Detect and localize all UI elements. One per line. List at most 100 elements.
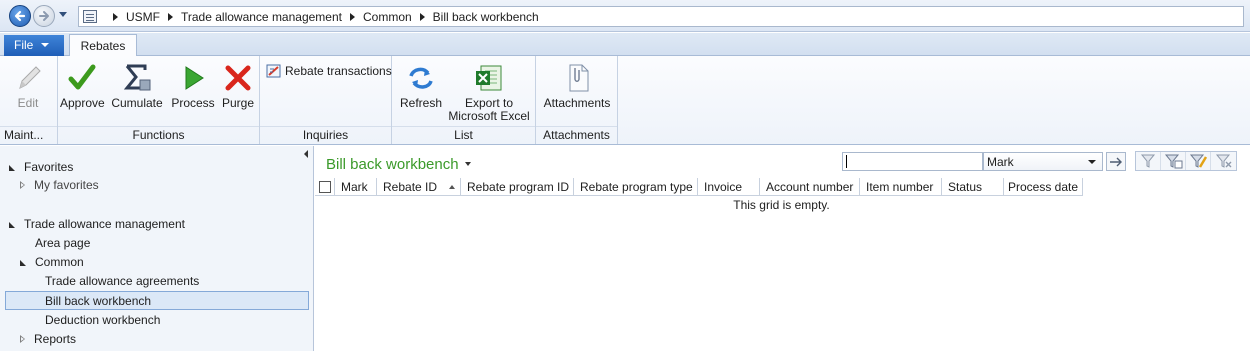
ribbon-group-maintain: Edit Maint... bbox=[0, 56, 58, 144]
navigation-pane: Favorites My favorites Trade allowance m… bbox=[0, 146, 314, 351]
column-invoice[interactable]: Invoice bbox=[698, 178, 760, 196]
chevron-down-icon bbox=[464, 162, 471, 166]
filter-input[interactable] bbox=[842, 152, 983, 171]
nav-common-label: Common bbox=[35, 255, 84, 269]
page-list-icon[interactable] bbox=[83, 10, 97, 23]
column-mark[interactable]: Mark bbox=[335, 178, 377, 196]
funnel-edit-icon bbox=[1189, 154, 1208, 168]
refresh-button[interactable]: Refresh bbox=[398, 62, 444, 110]
filter-field-select[interactable]: Mark bbox=[983, 152, 1103, 171]
refresh-label: Refresh bbox=[399, 96, 443, 110]
forward-button[interactable] bbox=[33, 5, 55, 27]
approve-label: Approve bbox=[60, 96, 105, 110]
file-tab-label: File bbox=[14, 38, 34, 52]
chevron-down-icon bbox=[41, 43, 50, 47]
advanced-filter-button[interactable] bbox=[1161, 152, 1186, 170]
pencil-icon bbox=[12, 62, 44, 94]
expanded-icon[interactable] bbox=[20, 260, 26, 266]
address-box[interactable]: USMF Trade allowance management Common B… bbox=[78, 6, 1244, 27]
chevron-down-icon bbox=[1088, 160, 1096, 164]
refresh-icon bbox=[405, 62, 437, 94]
breadcrumb-module[interactable]: Trade allowance management bbox=[181, 10, 342, 24]
expanded-icon[interactable] bbox=[9, 222, 15, 228]
process-label: Process bbox=[171, 96, 215, 110]
funnel-clear-icon bbox=[1215, 154, 1232, 168]
ribbon-tabs: File Rebates bbox=[0, 33, 1250, 57]
column-rebate-id-label: Rebate ID bbox=[383, 180, 438, 194]
transactions-icon bbox=[266, 63, 282, 79]
column-status[interactable]: Status bbox=[942, 178, 1004, 196]
ribbon-group-attachments: Attachments Attachments bbox=[536, 56, 618, 144]
column-rebate-program-id[interactable]: Rebate program ID bbox=[461, 178, 574, 196]
apply-filter-button[interactable] bbox=[1106, 152, 1126, 171]
collapsed-icon[interactable] bbox=[20, 335, 25, 343]
column-item-number[interactable]: Item number bbox=[860, 178, 942, 196]
approve-button[interactable]: Approve bbox=[60, 62, 105, 110]
grid-header: Mark Rebate ID Rebate program ID Rebate … bbox=[315, 178, 1083, 196]
edit-button[interactable]: Edit bbox=[8, 62, 48, 110]
group-label-attachments: Attachments bbox=[536, 126, 617, 142]
nav-trade-allowance-management[interactable]: Trade allowance management bbox=[9, 215, 185, 234]
export-label-line2: Microsoft Excel bbox=[448, 109, 530, 123]
sort-ascending-icon bbox=[449, 185, 456, 189]
funnel-icon bbox=[1140, 154, 1156, 168]
breadcrumb-company[interactable]: USMF bbox=[126, 10, 160, 24]
chevron-right-icon[interactable] bbox=[349, 13, 355, 21]
play-icon bbox=[177, 62, 209, 94]
purge-button[interactable]: Purge bbox=[218, 62, 258, 110]
process-button[interactable]: Process bbox=[170, 62, 216, 110]
file-tab[interactable]: File bbox=[4, 35, 64, 56]
chevron-right-icon[interactable] bbox=[113, 13, 118, 21]
attachments-button[interactable]: Attachments bbox=[540, 62, 614, 110]
ribbon-group-functions: Approve Cumulate Process Purge Functions bbox=[58, 56, 260, 144]
grid-empty-message: This grid is empty. bbox=[733, 198, 830, 212]
column-rebate-program-type[interactable]: Rebate program type bbox=[574, 178, 698, 196]
column-account-number[interactable]: Account number bbox=[760, 178, 860, 196]
expanded-icon[interactable] bbox=[9, 165, 15, 171]
cumulate-label: Cumulate bbox=[111, 96, 163, 110]
nav-module-label: Trade allowance management bbox=[24, 217, 185, 231]
back-button[interactable] bbox=[9, 5, 31, 27]
breadcrumb-section[interactable]: Common bbox=[363, 10, 412, 24]
funnel-grid-icon bbox=[1164, 154, 1183, 169]
filter-pencil-button[interactable] bbox=[1186, 152, 1211, 170]
select-all-checkbox[interactable] bbox=[315, 178, 335, 196]
nav-my-favorites[interactable]: My favorites bbox=[20, 176, 99, 195]
history-dropdown-icon[interactable] bbox=[59, 12, 67, 17]
nav-my-favorites-label: My favorites bbox=[34, 178, 99, 192]
tab-rebates[interactable]: Rebates bbox=[69, 34, 137, 57]
rebate-transactions-button[interactable]: Rebate transactions bbox=[266, 63, 392, 79]
arrow-right-icon bbox=[39, 11, 49, 21]
checkbox-icon[interactable] bbox=[319, 181, 331, 193]
chevron-right-icon[interactable] bbox=[168, 13, 173, 21]
page-title[interactable]: Bill back workbench bbox=[326, 156, 471, 173]
chevron-right-icon[interactable] bbox=[419, 13, 425, 21]
purge-label: Purge bbox=[221, 96, 255, 110]
cumulate-button[interactable]: Cumulate bbox=[109, 62, 165, 110]
nav-area-page[interactable]: Area page bbox=[35, 234, 90, 253]
remove-filter-button[interactable] bbox=[1211, 152, 1236, 170]
nav-bill-back-workbench[interactable]: Bill back workbench bbox=[5, 291, 309, 310]
export-to-excel-button[interactable]: Export to Microsoft Excel bbox=[446, 62, 532, 123]
ribbon: Edit Maint... Approve Cumulate Process P… bbox=[0, 56, 1250, 145]
ribbon-group-list: Refresh Export to Microsoft Excel List bbox=[392, 56, 536, 144]
nav-common[interactable]: Common bbox=[20, 253, 84, 272]
paperclip-icon bbox=[561, 62, 593, 94]
attachments-label: Attachments bbox=[543, 96, 611, 110]
breadcrumb-page[interactable]: Bill back workbench bbox=[433, 10, 539, 24]
nav-trade-allowance-agreements[interactable]: Trade allowance agreements bbox=[45, 272, 199, 291]
nav-favorites[interactable]: Favorites bbox=[9, 158, 73, 177]
nav-reports[interactable]: Reports bbox=[20, 330, 76, 349]
nav-reports-label: Reports bbox=[34, 332, 77, 346]
delete-x-icon bbox=[222, 62, 254, 94]
nav-deduction-workbench[interactable]: Deduction workbench bbox=[45, 311, 160, 330]
filter-toolbar bbox=[1135, 151, 1237, 171]
collapse-pane-icon[interactable] bbox=[304, 150, 308, 158]
column-rebate-id[interactable]: Rebate ID bbox=[377, 178, 461, 196]
filter-by-selection-button[interactable] bbox=[1136, 152, 1161, 170]
edit-label: Edit bbox=[17, 96, 39, 110]
column-process-date[interactable]: Process date bbox=[1004, 178, 1083, 196]
breadcrumb: USMF Trade allowance management Common B… bbox=[105, 10, 539, 24]
collapsed-icon[interactable] bbox=[20, 181, 25, 189]
checkmark-icon bbox=[66, 62, 98, 94]
